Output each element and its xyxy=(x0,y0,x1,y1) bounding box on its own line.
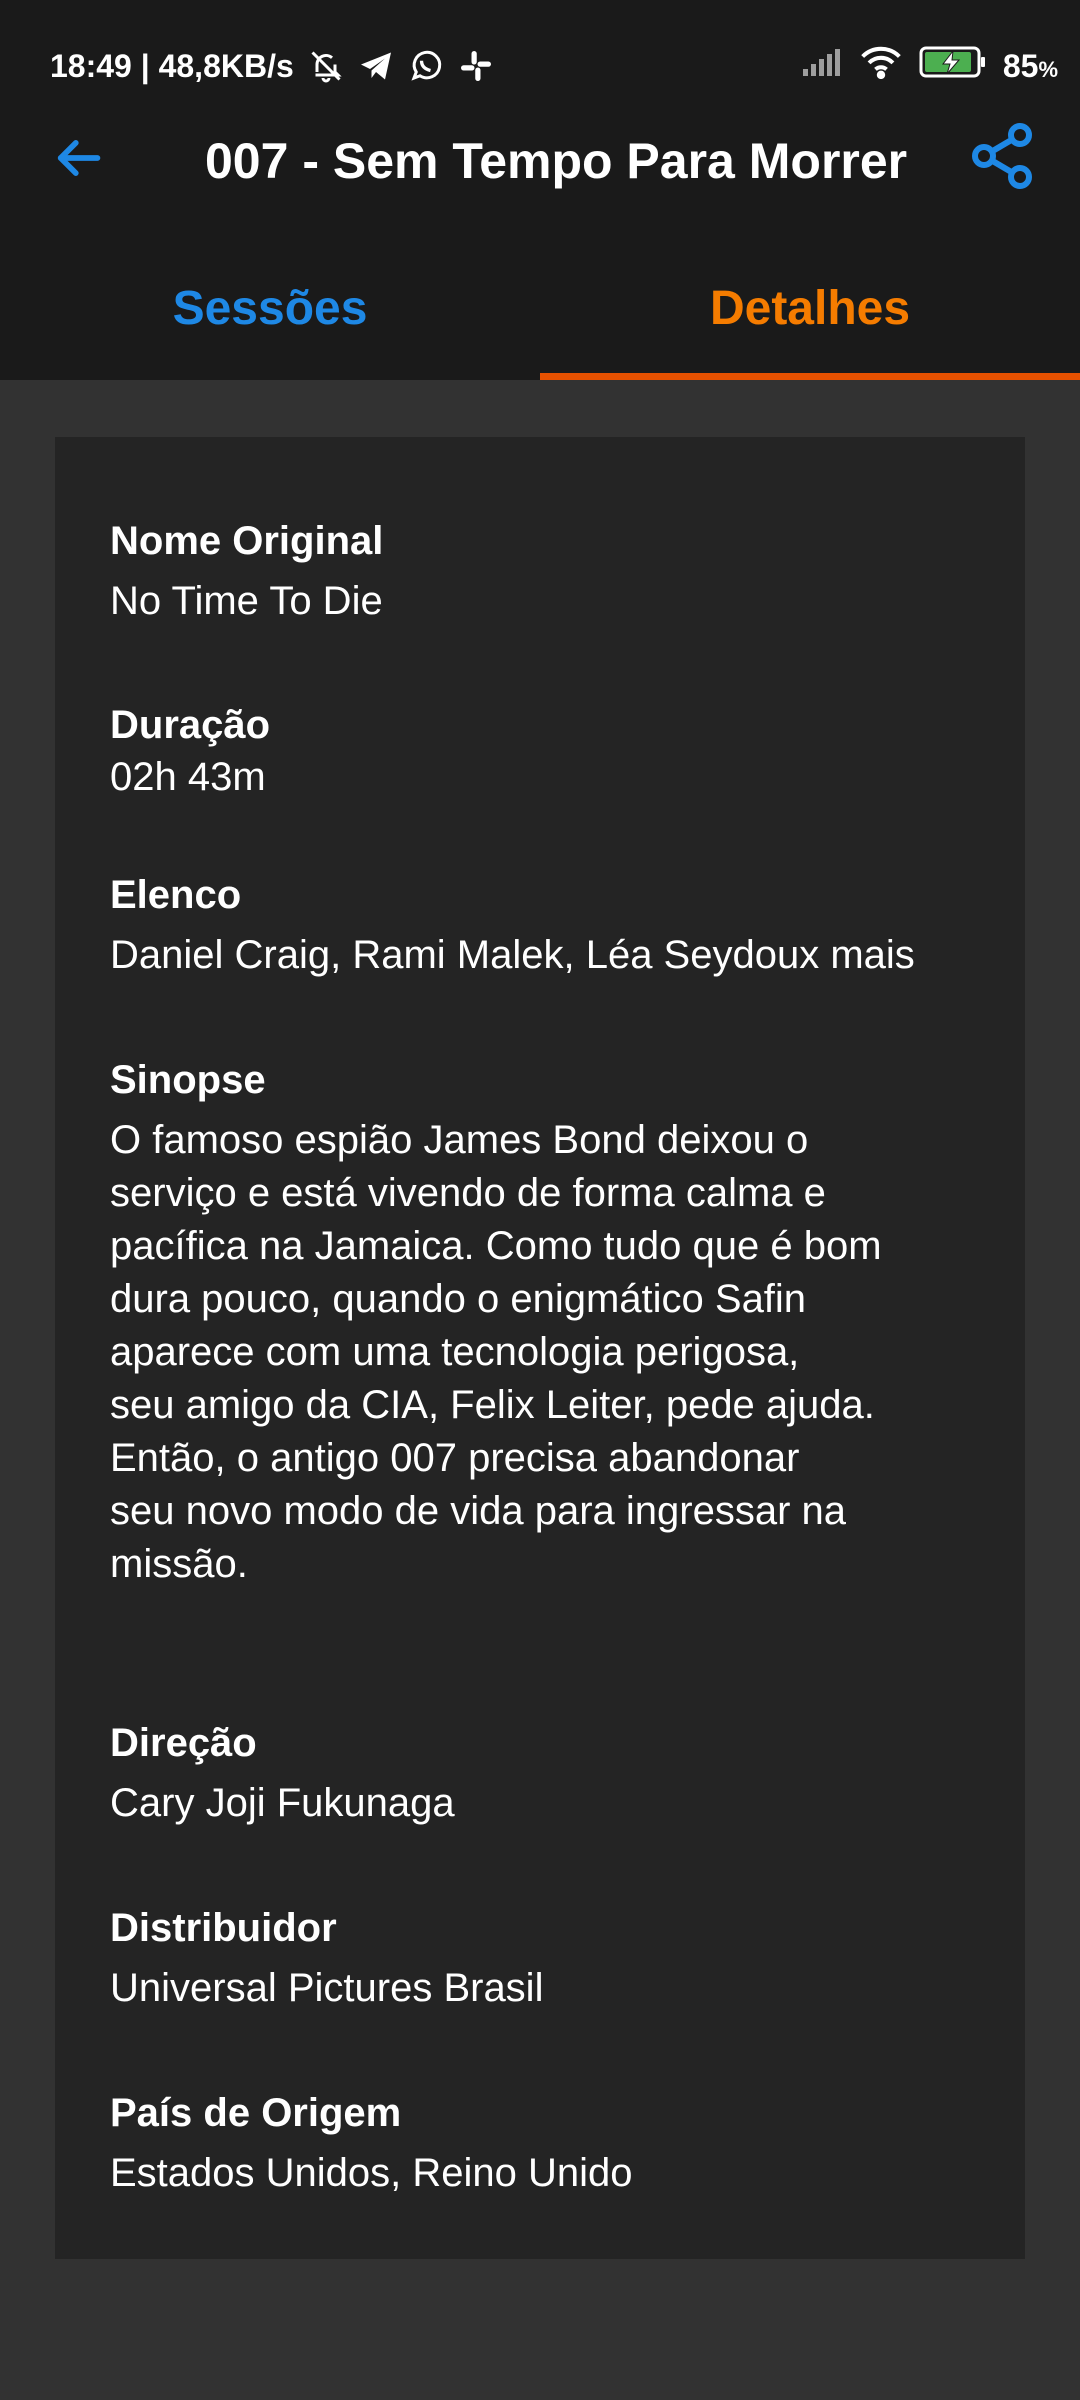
synopsis-text: O famoso espião James Bond deixou o serv… xyxy=(110,1114,990,1591)
field-label: Nome Original xyxy=(110,519,384,563)
synopsis-line: pacífica na Jamaica. Como tudo que é bom xyxy=(110,1224,882,1268)
field-label: Direção xyxy=(110,1721,257,1765)
status-time-network: 18:49 | 48,8KB/s xyxy=(50,47,294,84)
status-right: 85% xyxy=(801,44,1058,88)
share-icon xyxy=(972,123,1032,189)
signal-icon xyxy=(801,47,843,85)
tab-sessoes-label: Sessões xyxy=(172,281,368,335)
tab-detalhes[interactable]: Detalhes xyxy=(540,236,1080,380)
status-left: 18:49 | 48,8KB/s xyxy=(50,44,494,88)
synopsis-line: serviço e está vivendo de forma calma e xyxy=(110,1171,826,1215)
arrow-left-icon xyxy=(57,140,101,176)
tab-detalhes-label: Detalhes xyxy=(709,281,911,335)
field-distributor: Distribuidor Universal Pictures Brasil xyxy=(110,1904,990,2015)
synopsis-line: dura pouco, quando o enigmático Safin xyxy=(110,1277,807,1321)
bell-off-icon xyxy=(308,48,344,84)
telegram-icon xyxy=(358,48,394,84)
synopsis-line: Então, o antigo 007 precisa abandonar xyxy=(110,1436,800,1480)
field-duration: Duração 02h 43m xyxy=(110,701,990,804)
field-original-name: Nome Original No Time To Die xyxy=(110,517,990,628)
battery-charging-icon xyxy=(919,45,987,87)
page-title: 007 - Sem Tempo Para Morrer xyxy=(205,133,908,189)
field-value: Daniel Craig, Rami Malek, Léa Seydoux ma… xyxy=(110,933,915,977)
whatsapp-icon xyxy=(408,48,444,84)
field-director: Direção Cary Joji Fukunaga xyxy=(110,1719,990,1830)
field-value: No Time To Die xyxy=(110,579,383,623)
field-value: Estados Unidos, Reino Unido xyxy=(110,2151,633,2195)
field-synopsis: Sinopse O famoso espião James Bond deixo… xyxy=(110,1056,990,1591)
tab-active-indicator xyxy=(540,373,1080,380)
field-country: País de Origem Estados Unidos, Reino Uni… xyxy=(110,2089,990,2200)
share-button[interactable] xyxy=(962,108,1042,204)
tab-bar: Sessões Detalhes xyxy=(0,236,1080,380)
field-value: 02h 43m xyxy=(110,755,266,799)
synopsis-line: aparece com uma tecnologia perigosa, xyxy=(110,1330,800,1374)
synopsis-line: seu amigo da CIA, Felix Leiter, pede aju… xyxy=(110,1383,875,1427)
field-label: Sinopse xyxy=(110,1058,266,1102)
field-label: Duração xyxy=(110,703,271,747)
slack-icon xyxy=(458,48,494,84)
field-value: Universal Pictures Brasil xyxy=(110,1966,544,2010)
app-bar: 18:49 | 48,8KB/s 85% 007 - Sem Tempo Par… xyxy=(0,0,1080,380)
back-button[interactable] xyxy=(40,120,116,196)
wifi-icon xyxy=(859,45,903,87)
details-card: Nome Original No Time To Die Duração 02h… xyxy=(55,437,1025,2259)
field-label: País de Origem xyxy=(110,2091,402,2135)
synopsis-line: seu novo modo de vida para ingressar na xyxy=(110,1489,847,1533)
field-label: Distribuidor xyxy=(110,1906,337,1950)
field-value: Cary Joji Fukunaga xyxy=(110,1781,455,1825)
battery-percentage: 85% xyxy=(1002,47,1058,84)
tab-sessoes[interactable]: Sessões xyxy=(0,236,540,380)
toolbar: 007 - Sem Tempo Para Morrer xyxy=(0,100,1080,220)
field-label: Elenco xyxy=(110,873,242,917)
field-cast: Elenco Daniel Craig, Rami Malek, Léa Sey… xyxy=(110,871,990,982)
synopsis-line: O famoso espião James Bond deixou o xyxy=(110,1118,809,1162)
synopsis-line: missão. xyxy=(110,1542,248,1586)
